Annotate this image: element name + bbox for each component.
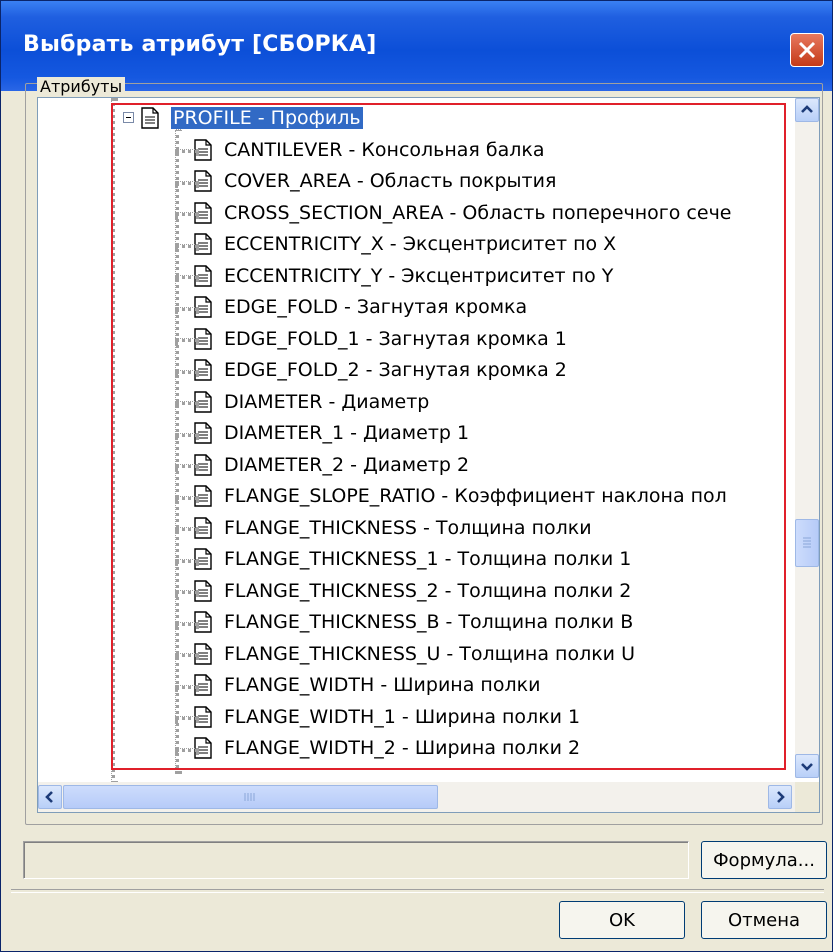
tree-node-label: EDGE_FOLD - Загнутая кромка: [224, 296, 528, 318]
tree-node[interactable]: FLANGE_WIDTH - Ширина полки: [174, 670, 540, 701]
scroll-left-button[interactable]: [38, 785, 62, 809]
tree-node-label: PROFILE - Профиль: [170, 105, 364, 130]
chevron-down-icon: [801, 763, 813, 771]
title-bar[interactable]: Выбрать атрибут [СБОРКА]: [1, 1, 832, 91]
collapse-toggle[interactable]: [123, 112, 134, 123]
tree-node-label: FLANGE_WIDTH_2 - Ширина полки 2: [224, 737, 581, 759]
vertical-scrollbar[interactable]: [795, 98, 819, 778]
tree-connector: [175, 149, 199, 153]
tree-node-label: FLANGE_SLOPE_RATIO - Коэффициент наклона…: [224, 485, 727, 507]
tree-connector: [175, 212, 199, 216]
dialog-window: Выбрать атрибут [СБОРКА] Атрибуты PROFIL…: [0, 0, 833, 952]
close-icon: [798, 41, 816, 59]
scroll-right-button[interactable]: [768, 785, 792, 809]
tree-node-label: CROSS_SECTION_AREA - Область поперечного…: [224, 201, 732, 224]
cancel-button[interactable]: Отмена: [701, 901, 827, 939]
window-title: Выбрать атрибут [СБОРКА]: [23, 32, 377, 57]
tree-connector: [175, 590, 199, 594]
horizontal-scrollbar[interactable]: [38, 782, 795, 812]
tree-connector: [175, 338, 199, 342]
tree-node[interactable]: EDGE_FOLD_1 - Загнутая кромка 1: [174, 323, 567, 354]
tree-node[interactable]: DIAMETER_2 - Диаметр 2: [174, 449, 469, 480]
tree-connector: [175, 684, 199, 689]
tree-node-label: FLANGE_THICKNESS_B - Толщина полки B: [224, 611, 634, 633]
tree-node-label: DIAMETER - Диаметр: [224, 390, 430, 413]
tree-node[interactable]: EDGE_FOLD_2 - Загнутая кромка 2: [174, 355, 567, 386]
tree-connector: [175, 527, 199, 531]
tree-node-profile[interactable]: PROFILE - Профиль: [134, 102, 364, 133]
tree-node-label: FLANGE_THICKNESS - Толщина полки: [224, 516, 592, 539]
tree-connector: [175, 464, 199, 468]
tree-node-label: EDGE_FOLD_1 - Загнутая кромка 1: [224, 327, 567, 350]
tree-node-label: FLANGE_WIDTH_1 - Ширина полки 1: [224, 705, 581, 728]
chevron-right-icon: [777, 791, 785, 803]
ok-button[interactable]: OK: [559, 901, 685, 939]
tree-node-label: DIAMETER_2 - Диаметр 2: [224, 453, 470, 476]
tree-node[interactable]: FLANGE_THICKNESS_B - Толщина полки B: [174, 607, 633, 638]
tree-connector: [175, 243, 199, 248]
vertical-scroll-thumb[interactable]: [795, 519, 819, 567]
tree-connector: [175, 180, 199, 185]
tree-node-label: DIAMETER_1 - Диаметр 1: [224, 422, 470, 444]
tree-node-label: ECCENTRICITY_X - Эксцентриситет по X: [224, 233, 617, 255]
tree-node[interactable]: FLANGE_THICKNESS_1 - Толщина полки 1: [174, 544, 631, 575]
tree-node[interactable]: FLANGE_THICKNESS_2 - Толщина полки 2: [174, 575, 631, 606]
tree-node[interactable]: CROSS_SECTION_AREA - Область поперечного…: [174, 197, 731, 228]
scroll-down-button[interactable]: [795, 754, 819, 778]
tree-connector: [175, 306, 199, 311]
tree-connector: [175, 716, 199, 720]
tree-node[interactable]: ECCENTRICITY_Y - Эксцентриситет по Y: [174, 260, 613, 291]
tree-node[interactable]: DIAMETER_1 - Диаметр 1: [174, 418, 469, 449]
scroll-up-button[interactable]: [795, 98, 819, 122]
grip-icon: [803, 537, 811, 548]
grip-icon: [244, 793, 255, 801]
tree-node[interactable]: FLANGE_WIDTH_2 - Ширина полки 2: [174, 733, 580, 764]
tree-connector: [175, 558, 199, 563]
attributes-group-label: Атрибуты: [37, 77, 126, 96]
tree-node-label: FLANGE_THICKNESS_U - Толщина полки U: [224, 642, 635, 665]
tree-node[interactable]: CANTILEVER - Консольная балка: [174, 134, 545, 165]
attribute-tree[interactable]: PROFILE - Профиль CANTILEVER - Консольна…: [37, 97, 820, 813]
chevron-up-icon: [801, 105, 813, 113]
tree-node[interactable]: EDGE_FOLD - Загнутая кромка: [174, 292, 527, 323]
scrollbar-corner: [795, 782, 819, 812]
chevron-left-icon: [45, 791, 53, 803]
tree-connector: [175, 275, 199, 279]
tree-connector: [175, 653, 199, 657]
tree-node[interactable]: FLANGE_SLOPE_RATIO - Коэффициент наклона…: [174, 481, 727, 512]
tree-node-label: COVER_AREA - Область покрытия: [224, 170, 557, 192]
tree-node[interactable]: FLANGE_THICKNESS_U - Толщина полки U: [174, 638, 635, 669]
tree-node-label: EDGE_FOLD_2 - Загнутая кромка 2: [224, 359, 567, 381]
separator: [11, 889, 824, 893]
tree-node-label: FLANGE_THICKNESS_2 - Толщина полки 2: [224, 579, 632, 602]
formula-field[interactable]: [23, 841, 689, 879]
tree-node-label: ECCENTRICITY_Y - Эксцентриситет по Y: [224, 264, 614, 287]
tree-connector: [175, 369, 199, 374]
formula-button[interactable]: Формула...: [701, 841, 827, 879]
tree-connector: [175, 495, 199, 500]
tree-node-label: FLANGE_WIDTH - Ширина полки: [224, 674, 541, 696]
tree-node[interactable]: DIAMETER - Диаметр: [174, 386, 429, 417]
tree-node[interactable]: FLANGE_THICKNESS - Толщина полки: [174, 512, 592, 543]
tree-connector: [175, 621, 199, 626]
tree-connector: [175, 432, 199, 437]
close-button[interactable]: [790, 33, 824, 67]
horizontal-scroll-thumb[interactable]: [63, 785, 438, 809]
tree-node[interactable]: ECCENTRICITY_X - Эксцентриситет по X: [174, 229, 616, 260]
tree-connector: [175, 401, 199, 405]
tree-node-label: FLANGE_THICKNESS_1 - Толщина полки 1: [224, 548, 632, 570]
document-icon: [141, 106, 159, 129]
tree-node[interactable]: COVER_AREA - Область покрытия: [174, 166, 556, 197]
tree-node-label: CANTILEVER - Консольная балка: [224, 138, 545, 161]
tree-node[interactable]: FLANGE_WIDTH_1 - Ширина полки 1: [174, 701, 580, 732]
tree-connector: [175, 747, 199, 752]
